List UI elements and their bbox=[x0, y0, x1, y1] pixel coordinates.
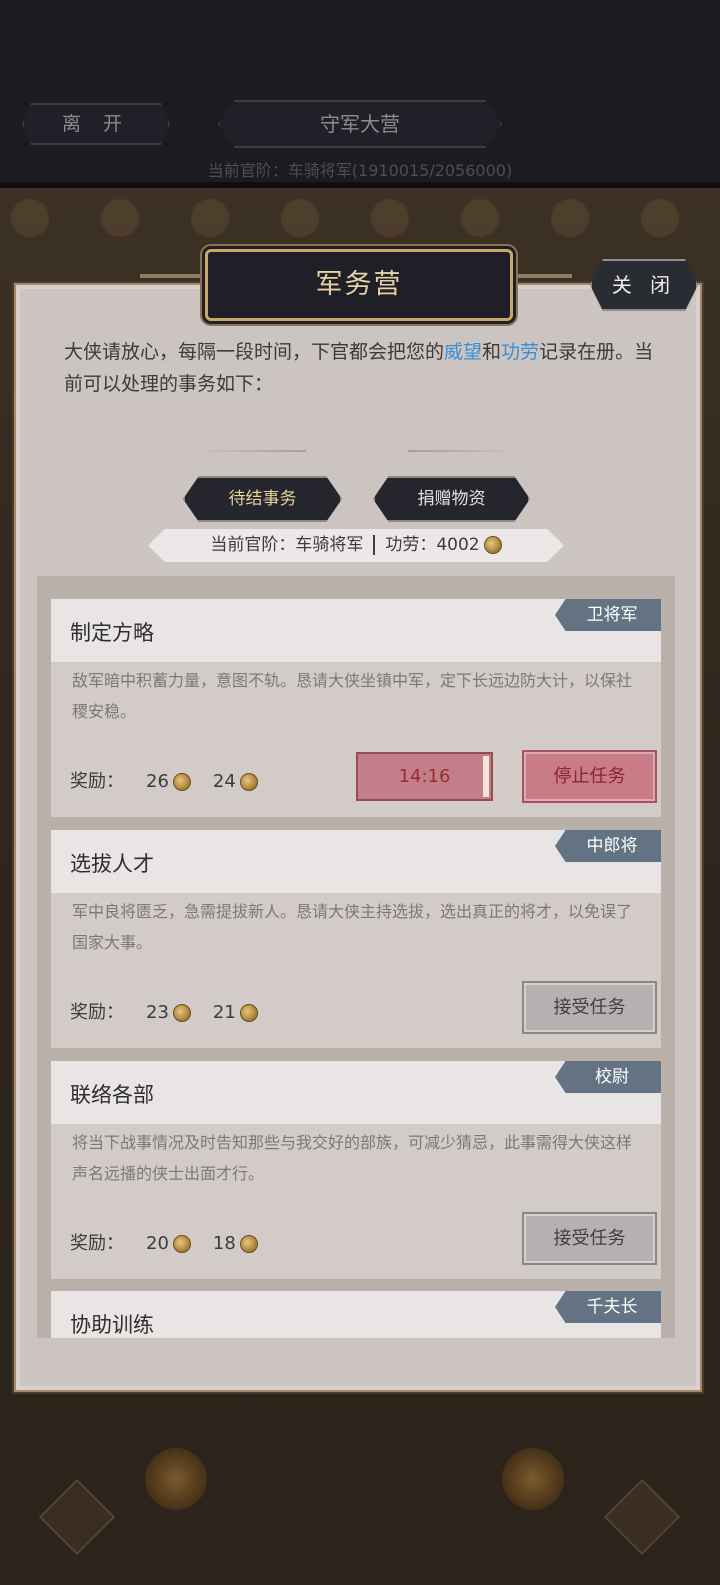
leave-button[interactable]: 离 开 bbox=[22, 103, 170, 145]
reward-row: 奖励： 23 21 bbox=[70, 998, 258, 1024]
tab-donate-supplies[interactable]: 捐赠物资 bbox=[373, 476, 530, 522]
reward-row: 奖励： 20 18 bbox=[70, 1229, 258, 1255]
reward-value-2: 18 bbox=[212, 1233, 236, 1254]
reward-label: 奖励： bbox=[70, 1002, 124, 1023]
reward-label: 奖励： bbox=[70, 771, 124, 792]
camp-title: 守军大营 bbox=[218, 100, 502, 148]
task-card: 联络各部 校尉 将当下战事情况及时告知那些与我交好的部族，可减少猜忌，此事需得大… bbox=[51, 1061, 661, 1279]
coin-icon bbox=[172, 1004, 191, 1022]
task-description: 将当下战事情况及时告知那些与我交好的部族，可减少猜忌，此事需得大侠这样声名远播的… bbox=[72, 1133, 633, 1183]
accept-task-button[interactable]: 接受任务 bbox=[522, 1212, 657, 1265]
task-card: 制定方略 卫将军 敌军暗中积蓄力量，意图不轨。恳请大侠坐镇中军，定下长远边防大计… bbox=[51, 599, 661, 817]
rank-badge: 中郎将 bbox=[555, 830, 661, 862]
reward-value-1: 20 bbox=[146, 1233, 169, 1254]
title-wing-right bbox=[512, 274, 572, 278]
divider-right bbox=[408, 450, 518, 452]
panel-title: 军务营 bbox=[205, 249, 513, 321]
divider-left bbox=[196, 450, 306, 452]
rank-merit-bar: 当前官阶：车骑将军 功劳：4002 bbox=[148, 529, 564, 562]
title-wing-left bbox=[140, 274, 200, 278]
rank-badge: 千夫长 bbox=[555, 1291, 661, 1323]
coin-icon bbox=[239, 1004, 258, 1022]
task-timer: 14:16 bbox=[356, 752, 493, 801]
coin-icon bbox=[172, 1235, 191, 1253]
intro-part1: 大侠请放心，每隔一段时间，下官都会把您的 bbox=[64, 341, 445, 363]
flower-decoration-right bbox=[502, 1448, 564, 1510]
reward-value-1: 23 bbox=[146, 1002, 169, 1023]
coin-icon bbox=[483, 536, 502, 554]
coin-icon bbox=[239, 1235, 258, 1253]
task-list[interactable]: 制定方略 卫将军 敌军暗中积蓄力量，意图不轨。恳请大侠坐镇中军，定下长远边防大计… bbox=[37, 576, 675, 1338]
tab-pending-affairs[interactable]: 待结事务 bbox=[183, 476, 342, 522]
reward-row: 奖励： 26 24 bbox=[70, 767, 258, 793]
separator bbox=[373, 535, 376, 555]
merit-value: 功劳：4002 bbox=[385, 535, 480, 555]
coin-icon bbox=[172, 773, 191, 791]
timer-progress-stub bbox=[483, 756, 489, 797]
intro-and: 和 bbox=[482, 341, 502, 363]
accept-task-button[interactable]: 接受任务 bbox=[522, 981, 657, 1034]
current-rank: 当前官阶：车骑将军 bbox=[210, 535, 364, 555]
intro-text: 大侠请放心，每隔一段时间，下官都会把您的威望和功劳记录在册。当前可以处理的事务如… bbox=[64, 336, 664, 400]
task-description: 敌军暗中积蓄力量，意图不轨。恳请大侠坐镇中军，定下长远边防大计，以保社稷安稳。 bbox=[72, 671, 633, 721]
stop-task-button[interactable]: 停止任务 bbox=[522, 750, 657, 803]
rank-badge: 卫将军 bbox=[555, 599, 661, 631]
task-description: 军中良将匮乏，急需提拔新人。恳请大侠主持选拔，选出真正的将才，以免误了国家大事。 bbox=[72, 902, 633, 952]
rank-badge: 校尉 bbox=[555, 1061, 661, 1093]
reward-value-1: 26 bbox=[146, 771, 169, 792]
coin-icon bbox=[239, 773, 258, 791]
reward-label: 奖励： bbox=[70, 1233, 124, 1254]
task-card: 协助训练 千夫长 bbox=[51, 1291, 661, 1338]
task-title: 协助训练 bbox=[70, 1313, 154, 1337]
timer-text: 14:16 bbox=[398, 766, 451, 787]
merit-link[interactable]: 功劳 bbox=[501, 341, 539, 363]
rank-progress-text: 当前官阶：车骑将军(1910015/2056000) bbox=[207, 161, 513, 180]
reward-value-2: 24 bbox=[212, 771, 236, 792]
task-title: 制定方略 bbox=[70, 621, 154, 645]
close-button[interactable]: 关 闭 bbox=[590, 259, 698, 311]
prestige-link[interactable]: 威望 bbox=[444, 341, 482, 363]
reward-value-2: 21 bbox=[212, 1002, 236, 1023]
task-card: 选拔人才 中郎将 军中良将匮乏，急需提拔新人。恳请大侠主持选拔，选出真正的将才，… bbox=[51, 830, 661, 1048]
task-title: 联络各部 bbox=[70, 1083, 154, 1107]
task-title: 选拔人才 bbox=[70, 852, 154, 876]
flower-decoration-left bbox=[145, 1448, 207, 1510]
